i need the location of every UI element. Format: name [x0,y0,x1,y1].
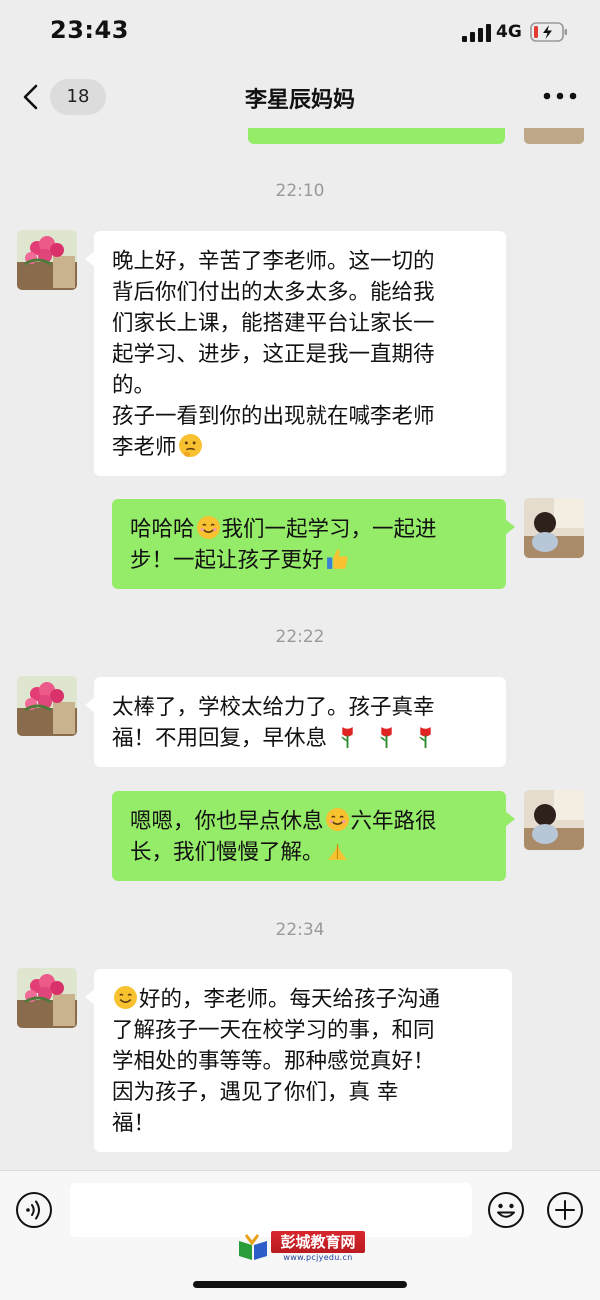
rose-emoji-icon [418,727,431,748]
message-text: 了解孩子一天在校学习的事，和同 [112,1018,435,1043]
watermark-url: www.pcjyedu.cn [283,1253,353,1262]
plus-icon[interactable] [546,1191,584,1229]
message-text: 福！ [112,1111,156,1136]
incoming-message[interactable]: 好的，李老师。每天给孩子沟通 了解孩子一天在校学习的事，和同 学相处的事等等。那… [85,969,512,1152]
thumbs-up-emoji-icon [326,549,348,569]
network-type: 4G [496,22,522,42]
signal-icon [462,24,491,42]
message-text: 起学习、进步，这正是我一直期待 [112,342,435,367]
my-avatar[interactable] [524,790,584,850]
contact-avatar[interactable] [17,968,77,1028]
incoming-message[interactable]: 晚上好，辛苦了李老师。这一切的 背后你们付出的太多太多。能给我 们家长上课，能搭… [85,231,506,476]
my-avatar[interactable] [524,128,584,144]
message-text: 步！一起让孩子更好 [130,548,324,573]
outgoing-message[interactable]: 嗯嗯，你也早点休息 六年路很 长，我们慢慢了解。 [112,791,515,881]
thinking-emoji-icon [178,434,202,457]
rose-emoji-icon [341,727,353,748]
watermark-logo: 彭城教育网 www.pcjyedu.cn [237,1231,367,1267]
chevron-left-icon [23,84,38,110]
back-button[interactable]: 18 [18,79,106,115]
message-text: 因为孩子，遇见了你们，真 幸 [112,1080,399,1105]
my-avatar[interactable] [524,498,584,558]
message-text: 六年路很 [350,809,437,834]
smile-emoji-icon [114,986,137,1009]
message-text: 哈哈哈 [130,517,195,542]
message-text: 太棒了，学校太给力了。孩子真幸 [112,695,435,720]
contact-avatar[interactable] [17,230,77,290]
book-logo-icon [239,1234,267,1260]
message-text: 们家长上课，能搭建平台让家长一 [112,311,435,336]
message-text: 孩子一看到你的出现就在喊李老师 [112,404,435,429]
status-bar: 23:43 4G [0,0,600,66]
message-bubble-previous[interactable] [248,128,505,144]
smile-emoji-icon [196,516,220,539]
message-text: 福！不用回复，早休息 [112,726,328,751]
message-text: 的。 [112,373,156,398]
outgoing-message[interactable]: 哈哈哈 我们一起学习，一起进 步！一起让孩子更好 [112,499,515,589]
voice-input-icon[interactable] [15,1191,53,1229]
emoji-picker-icon[interactable] [487,1191,525,1229]
smile-emoji-icon [325,808,349,831]
contact-avatar[interactable] [17,676,77,736]
message-text: 李老师 [112,435,177,460]
timestamp: 22:10 [275,181,325,201]
message-text: 背后你们付出的太多太多。能给我 [112,280,435,305]
timestamp: 22:22 [275,627,325,647]
timestamp: 22:34 [275,920,325,940]
status-time: 23:43 [50,16,129,44]
input-bar: 彭城教育网 www.pcjyedu.cn [0,1170,600,1300]
message-text: 学相处的事等等。那种感觉真好！ [112,1049,435,1074]
chat-title: 李星辰妈妈 [244,88,355,113]
message-text: 长，我们慢慢了解。 [130,840,324,865]
message-input[interactable] [70,1183,472,1237]
message-text: 好的，李老师。每天给孩子沟通 [139,987,441,1012]
message-list[interactable]: 22:10 晚上好，辛苦了李老师。这一切的 背后你们付出的太多太多。能给我 们家… [0,128,600,1170]
message-text: 我们一起学习，一起进 [221,517,437,542]
rose-emoji-icon [379,727,392,748]
incoming-message[interactable]: 太棒了，学校太给力了。孩子真幸 福！不用回复，早休息 [85,677,506,767]
watermark-title: 彭城教育网 [271,1231,365,1253]
home-indicator [193,1281,407,1288]
battery-charging-icon [530,22,567,42]
folded-hands-emoji-icon [327,844,347,860]
more-options-icon[interactable] [540,84,580,108]
chat-header: 18 李星辰妈妈 [0,66,600,128]
message-text: 晚上好，辛苦了李老师。这一切的 [112,249,435,274]
unread-count-badge: 18 [50,79,106,115]
message-text: 嗯嗯，你也早点休息 [130,809,324,834]
